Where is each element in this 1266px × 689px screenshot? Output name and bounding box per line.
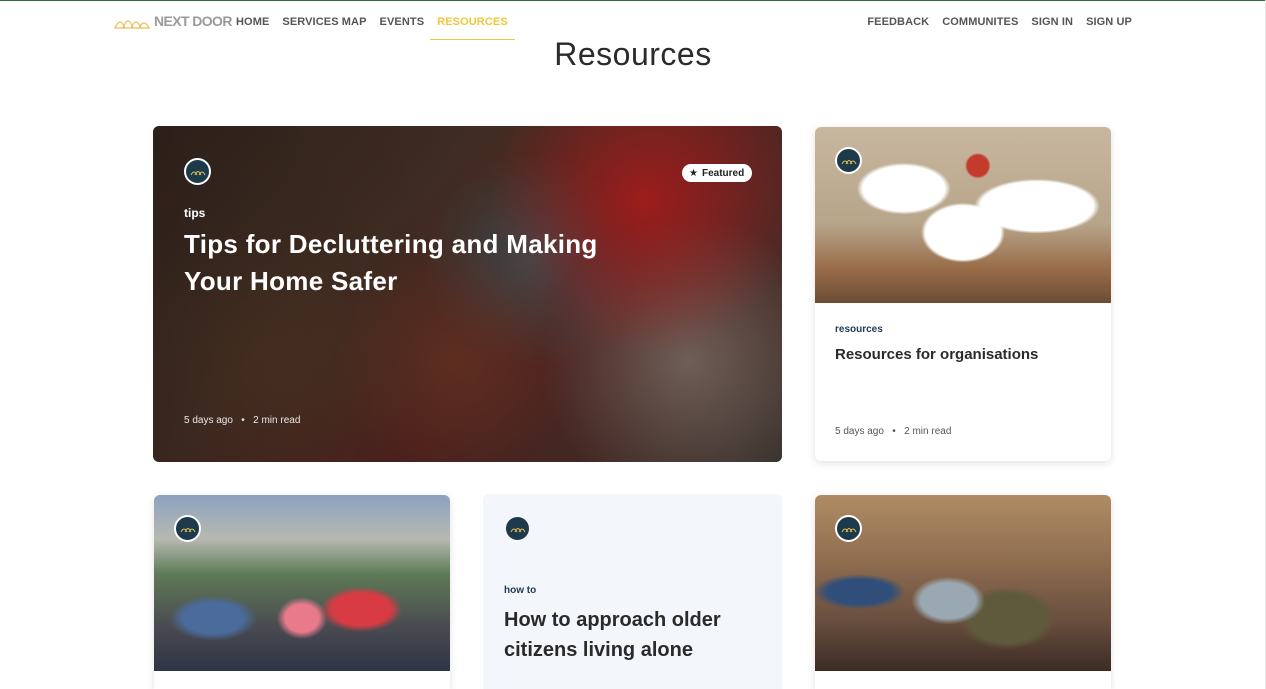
arches-logo-icon xyxy=(114,20,150,29)
top-navigation: NEXT DOOR HOME SERVICES MAP EVENTS RESOU… xyxy=(0,1,1266,40)
article-read-time: 2 min read xyxy=(904,426,952,437)
article-title[interactable]: How to approach older citizens living al… xyxy=(504,605,764,665)
article-title[interactable]: Resources for organisations xyxy=(835,346,1038,363)
nav-communities[interactable]: COMMUNITES xyxy=(942,1,1018,39)
author-avatar[interactable] xyxy=(835,147,862,174)
brand-name: NEXT DOOR xyxy=(154,13,232,29)
nav-right-links: FEEDBACK COMMUNITES SIGN IN SIGN UP xyxy=(854,1,1132,39)
article-read-time: 2 min read xyxy=(253,415,301,426)
article-card[interactable]: how to How to approach older citizens li… xyxy=(483,494,782,689)
nav-sign-in[interactable]: SIGN IN xyxy=(1031,1,1073,39)
brand-logo[interactable]: NEXT DOOR xyxy=(114,13,232,29)
meta-separator: • xyxy=(241,415,245,426)
featured-badge-label: Featured xyxy=(701,167,745,179)
arches-logo-icon xyxy=(190,170,205,175)
author-avatar[interactable] xyxy=(504,515,531,542)
arches-logo-icon xyxy=(841,527,856,532)
featured-article-card[interactable]: ★ Featured tips Tips for Decluttering an… xyxy=(153,126,782,462)
article-card[interactable] xyxy=(815,495,1111,689)
author-avatar[interactable] xyxy=(184,158,211,185)
nav-services-map[interactable]: SERVICES MAP xyxy=(282,1,366,40)
article-meta: 5 days ago • 2 min read xyxy=(835,426,951,437)
article-date: 5 days ago xyxy=(835,426,884,437)
arches-logo-icon xyxy=(841,159,856,164)
author-avatar[interactable] xyxy=(835,515,862,542)
nav-feedback[interactable]: FEEDBACK xyxy=(867,1,929,39)
nav-sign-up[interactable]: SIGN UP xyxy=(1086,1,1132,39)
nav-resources[interactable]: RESOURCES xyxy=(430,1,515,40)
nav-left-links: HOME SERVICES MAP EVENTS RESOURCES xyxy=(236,1,521,40)
article-tag[interactable]: tips xyxy=(184,206,205,220)
author-avatar[interactable] xyxy=(174,515,201,542)
arches-logo-icon xyxy=(510,527,525,532)
article-tag[interactable]: how to xyxy=(504,585,536,596)
article-date: 5 days ago xyxy=(184,415,233,426)
article-card[interactable] xyxy=(154,495,450,689)
arches-logo-icon xyxy=(180,527,195,532)
meta-separator: • xyxy=(892,426,896,437)
star-icon: ★ xyxy=(689,167,698,179)
page-title: Resources xyxy=(554,36,712,72)
nav-events[interactable]: EVENTS xyxy=(380,1,425,40)
nav-home[interactable]: HOME xyxy=(236,1,269,40)
article-tag[interactable]: resources xyxy=(835,324,883,335)
article-title[interactable]: Tips for Decluttering and Making Your Ho… xyxy=(184,226,654,300)
featured-badge: ★ Featured xyxy=(682,164,753,182)
article-card[interactable]: resources Resources for organisations 5 … xyxy=(815,127,1111,461)
article-meta: 5 days ago • 2 min read xyxy=(184,415,300,426)
